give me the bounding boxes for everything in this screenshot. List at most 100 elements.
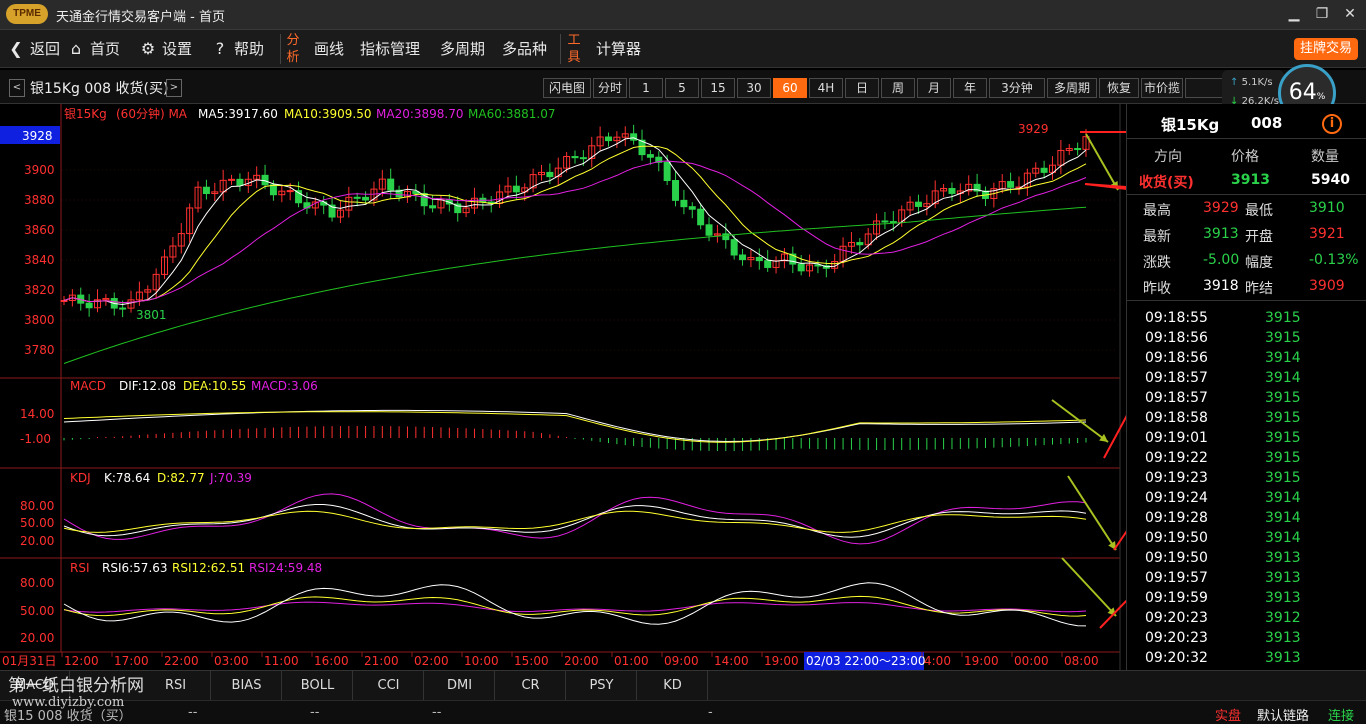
candle-body	[663, 161, 671, 182]
calculator-menu[interactable]: 计算器	[596, 30, 641, 68]
tick-time: 09:19:22	[1145, 450, 1208, 466]
period-button[interactable]: 1	[629, 78, 663, 98]
kdj-k: K:78.64	[104, 471, 150, 485]
next-symbol-button[interactable]: >	[166, 79, 182, 97]
header-quantity: 数量	[1311, 149, 1339, 165]
time-axis-label: 17:00	[114, 654, 149, 668]
info-icon[interactable]: i	[1322, 114, 1342, 134]
default-link-status[interactable]: 默认链路	[1257, 705, 1309, 724]
quote-quantity: 5940	[1311, 172, 1350, 188]
candle-body	[697, 208, 705, 226]
tick-price: 3914	[1265, 490, 1301, 506]
tick-time: 09:19:57	[1145, 570, 1208, 586]
status-field: --	[432, 705, 442, 720]
chart-area[interactable]: 银15Kg (60分钟) MA MA5:3917.60 MA10:3909.50…	[0, 104, 1196, 670]
close-icon[interactable]: ✕	[1338, 3, 1362, 25]
indicator-tab[interactable]: PSY	[567, 671, 637, 700]
indicator-tab[interactable]: CR	[496, 671, 566, 700]
draw-line-menu[interactable]: 画线	[314, 30, 344, 68]
prev-symbol-button[interactable]: <	[9, 79, 25, 97]
minimize-icon[interactable]: ▁	[1282, 3, 1306, 25]
period-button[interactable]: 多周期	[1047, 78, 1097, 98]
analysis-section-label: 分析	[286, 33, 300, 65]
header-direction: 方向	[1154, 149, 1182, 165]
period-button[interactable]: 闪电图	[543, 78, 591, 98]
candle-body	[722, 233, 730, 241]
tick-price: 3913	[1265, 630, 1301, 646]
indicator-tab[interactable]: DMI	[425, 671, 495, 700]
candle-body	[646, 154, 654, 158]
quote-direction: 收货(买)	[1139, 175, 1194, 191]
candle-body	[1074, 148, 1082, 151]
time-axis-label: 01月31日	[2, 654, 57, 668]
indicator-tab[interactable]: KD	[638, 671, 708, 700]
indicator-tab[interactable]: BOLL	[283, 671, 353, 700]
tick-price: 3912	[1265, 610, 1301, 626]
home-button[interactable]: ⌂ 首页	[66, 30, 120, 68]
low-marker: 3801	[136, 308, 167, 322]
restore-icon[interactable]: ❐	[1310, 3, 1334, 25]
back-button[interactable]: ❮ 返回	[6, 30, 60, 68]
period-button[interactable]: 市价揽	[1141, 78, 1183, 98]
candle-body	[202, 186, 210, 195]
kdj-j: J:70.39	[209, 471, 252, 485]
tick-time: 09:20:23	[1145, 630, 1208, 646]
period-button[interactable]: 60	[773, 78, 807, 98]
arrow-up-icon: ↑	[1230, 77, 1239, 88]
multi-period-menu[interactable]: 多周期	[440, 30, 485, 68]
help-button[interactable]: ? 帮助	[210, 30, 264, 68]
stat-l2: 昨结	[1245, 281, 1273, 297]
tick-time: 09:19:23	[1145, 470, 1208, 486]
candle-body	[119, 307, 127, 310]
indicator-tab[interactable]: CCI	[354, 671, 424, 700]
period-button[interactable]: 年	[953, 78, 987, 98]
period-button[interactable]: 周	[881, 78, 915, 98]
gear-icon: ⚙	[140, 39, 156, 58]
price-axis-label: 3880	[24, 193, 55, 207]
period-button[interactable]: 3分钟	[989, 78, 1045, 98]
period-button[interactable]: 日	[845, 78, 879, 98]
tick-time: 09:18:57	[1145, 370, 1208, 386]
indicator-tab[interactable]: BIAS	[212, 671, 282, 700]
candle-body	[764, 260, 772, 268]
connection-status: 连接	[1328, 709, 1355, 724]
period-button[interactable]: 月	[917, 78, 951, 98]
time-axis-label: 08:00	[1064, 654, 1099, 668]
kdj-axis-label: 50.00	[20, 516, 54, 530]
price-axis-label: 3900	[24, 163, 55, 177]
tick-time: 09:19:24	[1145, 490, 1208, 506]
settings-button[interactable]: ⚙ 设置	[138, 30, 192, 68]
period-button[interactable]: 4H	[809, 78, 843, 98]
stat-l2: 最低	[1245, 203, 1273, 219]
window-title: 天通金行情交易客户端 - 首页	[56, 10, 225, 25]
watermark-title: 第一纸白银分析网	[8, 676, 144, 696]
period-button[interactable]: 30	[737, 78, 771, 98]
tick-time: 09:20:32	[1145, 650, 1208, 666]
indicator-tab[interactable]: RSI	[141, 671, 211, 700]
candle-body	[353, 196, 361, 199]
main-period-label: (60分钟) MA	[116, 106, 188, 121]
tick-price: 3915	[1265, 470, 1301, 486]
period-button[interactable]: 恢复	[1099, 78, 1139, 98]
period-button[interactable]: 5	[665, 78, 699, 98]
kdj-d: D:82.77	[157, 471, 205, 485]
tick-time: 09:19:01	[1145, 430, 1208, 446]
high-marker: 3929	[1018, 122, 1049, 136]
candle-body	[680, 199, 688, 208]
divider	[560, 34, 561, 64]
period-button[interactable]: 15	[701, 78, 735, 98]
candle-body	[429, 205, 437, 209]
header-price: 价格	[1231, 149, 1259, 165]
period-button[interactable]: 分时	[593, 78, 627, 98]
kline-chart[interactable]: 银15Kg (60分钟) MA MA5:3917.60 MA10:3909.50…	[0, 104, 1196, 670]
indicator-tabs: MACD RSI BIAS BOLL CCI DMI CR PSY KD	[0, 670, 1366, 700]
indicator-management-menu[interactable]: 指标管理	[360, 30, 420, 68]
candle-body	[605, 136, 613, 142]
time-axis-label: 22:00	[164, 654, 199, 668]
time-axis-label: 16:00	[314, 654, 349, 668]
listing-trade-button[interactable]: 挂牌交易	[1294, 38, 1358, 60]
ma20-label: MA20:3898.70	[376, 107, 464, 121]
stat-v2: -0.13%	[1309, 252, 1359, 268]
multi-variety-menu[interactable]: 多品种	[502, 30, 547, 68]
tick-time: 09:19:28	[1145, 510, 1208, 526]
